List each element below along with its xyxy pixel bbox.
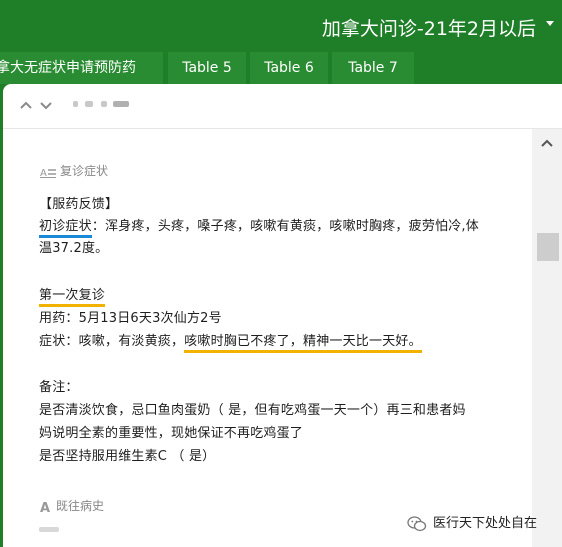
chevron-down-icon[interactable] <box>39 98 53 112</box>
symptoms-highlight: 咳嗽时胸已不疼了，精神一天比一天好。 <box>184 334 422 353</box>
top-bar: 加拿大问诊-21年2月以后 <box>0 0 562 52</box>
tab-table-7[interactable]: Table 7 <box>332 52 414 84</box>
followup-label-text: 复诊症状 <box>60 164 109 178</box>
tab-table-5[interactable]: Table 5 <box>168 52 246 84</box>
chevron-down-icon[interactable] <box>546 21 554 26</box>
first-followup-heading: 第一次复诊 <box>39 284 106 307</box>
tab-asymptomatic[interactable]: 拿大无症状申请预防药 <box>0 52 163 84</box>
note-line-2: 妈说明全素的重要性，现她保证不再吃鸡蛋了 <box>39 426 304 441</box>
chevron-up-icon[interactable] <box>19 98 33 112</box>
tab-bar: 拿大无症状申请预防药 Table 5 Table 6 Table 7 <box>0 52 562 84</box>
scrollbar[interactable] <box>532 129 562 547</box>
initial-symptoms-line: 初诊症状：浑身疼，头疼，嗓子疼，咳嗽有黄痰，咳嗽时胸疼，疲劳怕冷,体 <box>39 215 479 238</box>
note-line-1: 是否清淡饮食，忌口鱼肉蛋奶（ 是，但有吃鸡蛋一天一个）再三和患者妈 <box>39 403 466 418</box>
watermark-text: 医行天下处处自在 <box>433 516 538 531</box>
record-panel: A 复诊症状 【服药反馈】 初诊症状：浑身疼，头疼，嗓子疼，咳嗽有黄痰，咳嗽时胸… <box>3 84 562 547</box>
symptoms-prefix: 症状：咳嗽，有淡黄痰， <box>39 334 185 349</box>
followup-section-label: A 复诊症状 <box>40 162 108 179</box>
initial-symptoms-text: ：浑身疼，头疼，嗓子疼，咳嗽有黄痰，咳嗽时胸疼，疲劳怕冷,体 <box>91 219 479 234</box>
scroll-thumb[interactable] <box>537 233 559 261</box>
tab-table-6[interactable]: Table 6 <box>250 52 328 84</box>
initial-symptoms-text-cont: 温37.2度。 <box>39 241 109 256</box>
note-line-3: 是否坚持服用维生素C （ 是） <box>39 449 216 464</box>
record-content: A 复诊症状 【服药反馈】 初诊症状：浑身疼，头疼，嗓子疼，咳嗽有黄痰，咳嗽时胸… <box>3 129 532 547</box>
history-label-text: 既往病史 <box>56 499 105 513</box>
history-value-placeholder <box>39 527 59 532</box>
close-icon[interactable] <box>532 84 556 108</box>
scroll-up-arrow-icon[interactable] <box>541 139 553 147</box>
first-followup-label: 第一次复诊 <box>39 288 106 307</box>
watermark: 医行天下处处自在 <box>407 512 537 532</box>
long-text-icon: A <box>40 168 56 178</box>
text-field-icon: A <box>40 501 50 513</box>
wechat-icon <box>407 515 427 531</box>
panel-header <box>3 84 562 128</box>
svg-text:A: A <box>40 501 50 513</box>
record-title-blurred <box>73 99 129 109</box>
notes-heading: 备注： <box>39 380 79 395</box>
svg-text:A: A <box>40 168 47 178</box>
symptoms-line: 症状：咳嗽，有淡黄痰，咳嗽时胸已不疼了，精神一天比一天好。 <box>39 330 422 353</box>
feedback-heading: 【服药反馈】 <box>39 197 119 212</box>
initial-symptoms-label: 初诊症状 <box>39 219 92 238</box>
medication-line: 用药：5月13日6天3次仙方2号 <box>39 311 222 326</box>
history-section-label: A 既往病史 <box>40 497 104 514</box>
app-title[interactable]: 加拿大问诊-21年2月以后 <box>322 14 536 41</box>
